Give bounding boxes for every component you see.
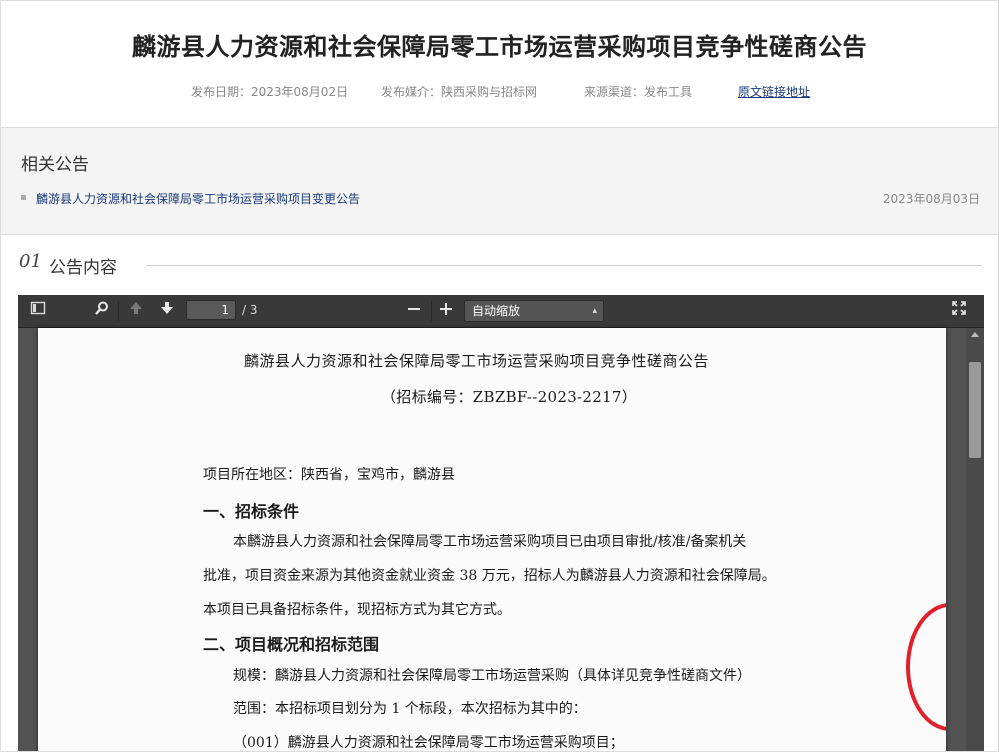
official-seal (906, 603, 946, 731)
search-icon[interactable] (88, 299, 116, 323)
scroll-up-icon[interactable] (971, 332, 979, 337)
original-link[interactable]: 原文链接地址 (738, 83, 810, 100)
publish-date: 发布日期：2023年08月02日 (191, 85, 349, 99)
bullet-icon (21, 195, 26, 200)
doc-title: 麟游县人力资源和社会保障局零工市场运营采购项目竞争性磋商公告 (244, 352, 710, 370)
doc-paragraph: 范围：本招标项目划分为 1 个标段，本次招标为其中的： (233, 701, 587, 717)
pdf-viewer: 1 / 3 自动缩放 ▴ 麟游县人力资源和社会保障局零工市场运营采购项目竞争性磋… (18, 295, 984, 751)
doc-paragraph: （001）麟游县人力资源和社会保障局零工市场运营采购项目； (233, 735, 624, 751)
select-arrows-icon: ▴ (592, 306, 597, 316)
announcement-header: 麟游县人力资源和社会保障局零工市场运营采购项目竞争性磋商公告 发布日期：2023… (1, 1, 998, 128)
section-divider (146, 265, 982, 266)
section-number: 01 (19, 251, 42, 272)
zoom-label: 自动缩放 (472, 304, 521, 318)
fullscreen-icon[interactable] (945, 299, 973, 323)
sidebar-toggle-icon[interactable] (24, 299, 52, 323)
section-heading: 01 公告内容 (19, 251, 982, 279)
pdf-canvas-area[interactable]: 麟游县人力资源和社会保障局零工市场运营采购项目竞争性磋商公告 （招标编号：ZBZ… (18, 328, 966, 751)
related-announcements: 相关公告 麟游县人力资源和社会保障局零工市场运营采购项目变更公告 2023年08… (1, 128, 998, 235)
doc-code: （招标编号：ZBZBF--2023-2217） (381, 388, 638, 406)
arrow-up-icon[interactable] (122, 299, 150, 323)
publish-media: 发布媒介：陕西采购与招标网 (381, 85, 538, 99)
related-title: 相关公告 (21, 155, 89, 175)
related-link[interactable]: 麟游县人力资源和社会保障局零工市场运营采购项目变更公告 (36, 190, 360, 207)
pdf-page: 麟游县人力资源和社会保障局零工市场运营采购项目竞争性磋商公告 （招标编号：ZBZ… (38, 328, 946, 751)
page-total: / 3 (242, 303, 258, 317)
plus-icon[interactable] (432, 299, 460, 323)
section-label: 公告内容 (49, 258, 117, 278)
zoom-select[interactable]: 自动缩放 ▴ (464, 300, 604, 322)
pdf-toolbar: 1 / 3 自动缩放 ▴ (18, 295, 984, 328)
doc-paragraph: 规模：麟游县人力资源和社会保障局零工市场运营采购（具体详见竞争性磋商文件） (233, 668, 751, 684)
announcement-meta: 发布日期：2023年08月02日 发布媒介：陕西采购与招标网 来源渠道：发布工具… (1, 83, 998, 99)
list-item: 麟游县人力资源和社会保障局零工市场运营采购项目变更公告 2023年08月03日 (21, 190, 980, 206)
vertical-scrollbar[interactable] (966, 328, 984, 751)
page-number-input[interactable]: 1 (186, 300, 236, 320)
doc-location: 项目所在地区：陕西省，宝鸡市，麟游县 (203, 467, 455, 483)
scrollbar-thumb[interactable] (969, 362, 981, 458)
minus-icon[interactable] (400, 299, 428, 323)
source-channel: 来源渠道：发布工具 (584, 85, 693, 99)
arrow-down-icon[interactable] (153, 299, 181, 323)
doc-paragraph: 批准，项目资金来源为其他资金就业资金 38 万元，招标人为麟游县人力资源和社会保… (203, 568, 776, 584)
doc-heading: 二、项目概况和招标范围 (203, 635, 380, 654)
page-frame: 麟游县人力资源和社会保障局零工市场运营采购项目竞争性磋商公告 发布日期：2023… (0, 0, 999, 752)
toolbar-separator (118, 301, 119, 321)
related-date: 2023年08月03日 (882, 192, 980, 206)
doc-heading: 一、招标条件 (203, 502, 300, 521)
page-title: 麟游县人力资源和社会保障局零工市场运营采购项目竞争性磋商公告 (132, 33, 867, 61)
doc-paragraph: 本麟游县人力资源和社会保障局零工市场运营采购项目已由项目审批/核准/备案机关 (233, 534, 747, 550)
doc-paragraph: 本项目已具备招标条件，现招标方式为其它方式。 (203, 602, 511, 618)
